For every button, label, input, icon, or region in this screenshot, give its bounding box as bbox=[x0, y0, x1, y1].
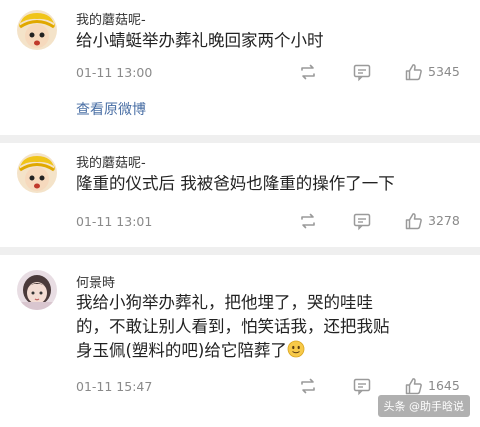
avatar[interactable] bbox=[17, 10, 57, 50]
like-count: 1645 bbox=[428, 378, 460, 393]
like-icon[interactable] bbox=[404, 211, 424, 231]
comment-username[interactable]: 何景時 bbox=[76, 272, 115, 291]
smile-emoji-icon bbox=[287, 340, 305, 358]
comment-username[interactable]: 我的蘑菇呢- bbox=[76, 9, 146, 28]
comment-actions: 1645 bbox=[0, 376, 480, 396]
comment-item-2: 我的蘑菇呢- 隆重的仪式后 我被爸妈也隆重的操作了一下 01-11 13:01 … bbox=[0, 143, 480, 247]
comment-icon[interactable] bbox=[352, 62, 372, 82]
comment-username[interactable]: 我的蘑菇呢- bbox=[76, 152, 146, 171]
comment-text-line: 我给小狗举办葬礼，把他埋了，哭的哇哇 bbox=[76, 293, 373, 312]
comment-text: 我给小狗举办葬礼，把他埋了，哭的哇哇 的，不敢让别人看到，怕笑话我，还把我贴 身… bbox=[76, 291, 471, 363]
repost-icon[interactable] bbox=[298, 62, 318, 82]
comment-item-1: 我的蘑菇呢- 给小蜻蜓举办葬礼晚回家两个小时 01-11 13:00 5345 … bbox=[0, 0, 480, 135]
comment-actions: 3278 bbox=[0, 211, 480, 231]
avatar[interactable] bbox=[17, 153, 57, 193]
avatar[interactable] bbox=[17, 270, 57, 310]
watermark: 头条 @助手晗说 bbox=[377, 395, 470, 417]
like-count: 5345 bbox=[428, 64, 460, 79]
like-icon[interactable] bbox=[404, 376, 424, 396]
comment-icon[interactable] bbox=[352, 211, 372, 231]
comment-text: 给小蜻蜓举办葬礼晚回家两个小时 bbox=[76, 31, 324, 50]
comment-text: 隆重的仪式后 我被爸妈也隆重的操作了一下 bbox=[76, 174, 395, 193]
comment-icon[interactable] bbox=[352, 376, 372, 396]
like-count: 3278 bbox=[428, 213, 460, 228]
view-original-weibo-link[interactable]: 查看原微博 bbox=[76, 99, 146, 119]
repost-icon[interactable] bbox=[298, 211, 318, 231]
repost-icon[interactable] bbox=[298, 376, 318, 396]
comment-text-fragment: 身玉佩(塑料的吧)给它陪葬了 bbox=[76, 341, 287, 360]
divider bbox=[0, 247, 480, 255]
comment-text-line: 身玉佩(塑料的吧)给它陪葬了 bbox=[76, 339, 471, 363]
comment-actions: 5345 bbox=[0, 62, 480, 82]
divider bbox=[0, 135, 480, 143]
comment-text-line: 的，不敢让别人看到，怕笑话我，还把我贴 bbox=[76, 317, 390, 336]
like-icon[interactable] bbox=[404, 62, 424, 82]
